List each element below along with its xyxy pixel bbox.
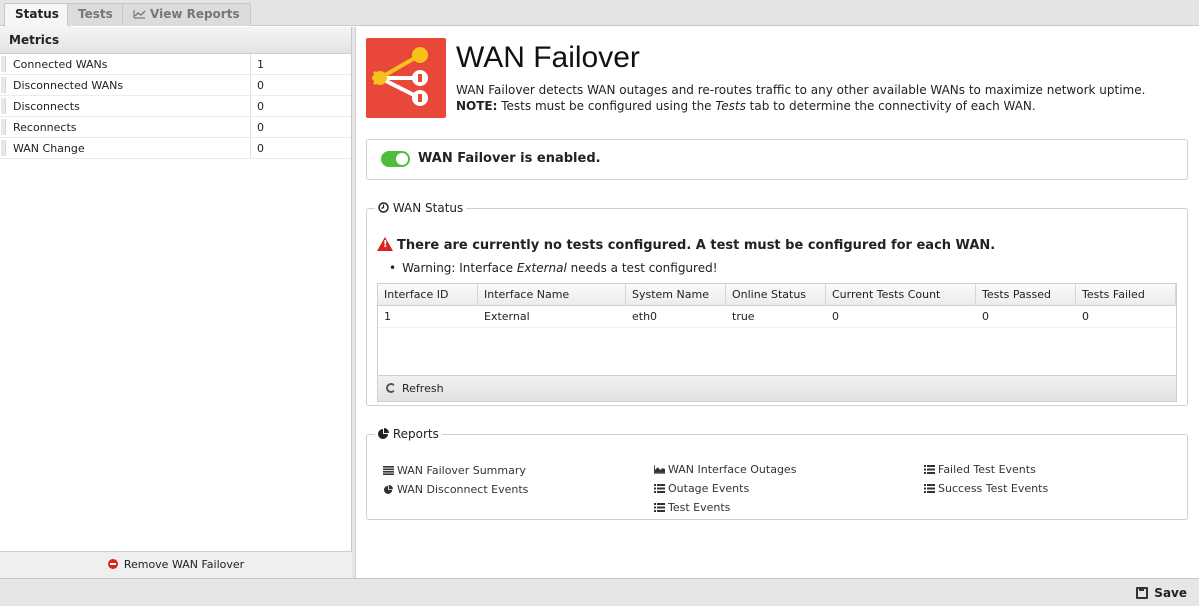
pie-chart-icon [378,428,389,439]
metric-row: Disconnects 0 [0,96,351,117]
table-cell: 1 [384,310,391,323]
tab-view-reports[interactable]: View Reports [122,3,251,26]
metric-row: Disconnected WANs 0 [0,75,351,96]
metrics-header: Metrics [0,27,351,54]
table-row[interactable]: 1 External eth0 true 0 0 0 [378,306,1176,328]
area-chart-icon [654,465,665,474]
wan-status-grid: Interface ID Interface Name System Name … [377,283,1177,402]
enable-toggle[interactable] [381,151,410,167]
list-icon [383,466,394,475]
save-button[interactable]: Save [1136,584,1187,602]
line-chart-icon [133,10,146,19]
interface-warning-item: Warning: Interface External needs a test… [389,261,717,275]
wan-failover-logo [366,38,446,118]
app-logo-icon [372,47,428,106]
pie-chart-icon [384,485,393,494]
wan-status-legend: WAN Status [375,201,466,215]
remove-wan-failover-button[interactable]: Remove WAN Failover [0,551,352,578]
reports-fieldset: Reports WAN Failover Summary WAN Disconn… [366,427,1188,520]
list-ul-icon [654,503,665,512]
table-cell: eth0 [632,310,658,323]
column-header[interactable]: Interface ID [378,284,478,305]
column-header[interactable]: Tests Passed [976,284,1076,305]
refresh-icon [386,383,396,393]
list-ul-icon [654,484,665,493]
no-tests-warning: There are currently no tests configured.… [377,237,995,253]
tab-tests[interactable]: Tests [67,3,124,26]
report-link-failed-test-events[interactable]: Failed Test Events [924,460,1048,479]
column-header[interactable]: System Name [626,284,726,305]
report-link-outage-events[interactable]: Outage Events [654,479,796,498]
app-description: WAN Failover detects WAN outages and re-… [456,83,1146,113]
column-header[interactable]: Online Status [726,284,826,305]
report-link-wan-interface-outages[interactable]: WAN Interface Outages [654,460,796,479]
table-cell: 0 [1082,310,1089,323]
report-link-wan-failover-summary[interactable]: WAN Failover Summary [383,461,528,480]
panel-splitter[interactable] [352,27,356,578]
table-cell: 0 [832,310,839,323]
grid-header: Interface ID Interface Name System Name … [378,284,1176,306]
table-cell: External [484,310,530,323]
report-link-test-events[interactable]: Test Events [654,498,796,517]
clock-icon [378,202,389,213]
refresh-button[interactable]: Refresh [378,375,1176,401]
enabled-status-text: WAN Failover is enabled. [418,151,601,166]
minus-circle-icon [107,559,118,569]
column-header[interactable]: Current Tests Count [826,284,976,305]
main-content: WAN Failover WAN Failover detects WAN ou… [357,27,1199,578]
reports-column: WAN Failover Summary WAN Disconnect Even… [383,461,528,499]
report-link-success-test-events[interactable]: Success Test Events [924,479,1048,498]
metrics-panel: Metrics Connected WANs 1 Disconnected WAN… [0,27,352,578]
save-icon [1136,587,1149,599]
metric-row: WAN Change 0 [0,138,351,159]
reports-legend: Reports [375,427,442,441]
metric-row: Reconnects 0 [0,117,351,138]
list-ul-icon [924,465,935,474]
bottom-toolbar: Save [0,578,1199,606]
report-link-wan-disconnect-events[interactable]: WAN Disconnect Events [383,480,528,499]
table-cell: 0 [982,310,989,323]
status-panel: WAN Failover is enabled. [366,139,1188,180]
warning-icon [377,237,393,251]
metric-row: Connected WANs 1 [0,54,351,75]
list-ul-icon [924,484,935,493]
tab-status[interactable]: Status [4,3,70,27]
column-header[interactable]: Tests Failed [1076,284,1176,305]
table-cell: true [732,310,755,323]
reports-column: Failed Test Events Success Test Events [924,460,1048,498]
tab-bar: Status Tests View Reports [0,0,1199,27]
reports-column: WAN Interface Outages Outage Events Test… [654,460,796,517]
page-title: WAN Failover [456,41,640,74]
column-header[interactable]: Interface Name [478,284,626,305]
wan-status-fieldset: WAN Status There are currently no tests … [366,201,1188,406]
